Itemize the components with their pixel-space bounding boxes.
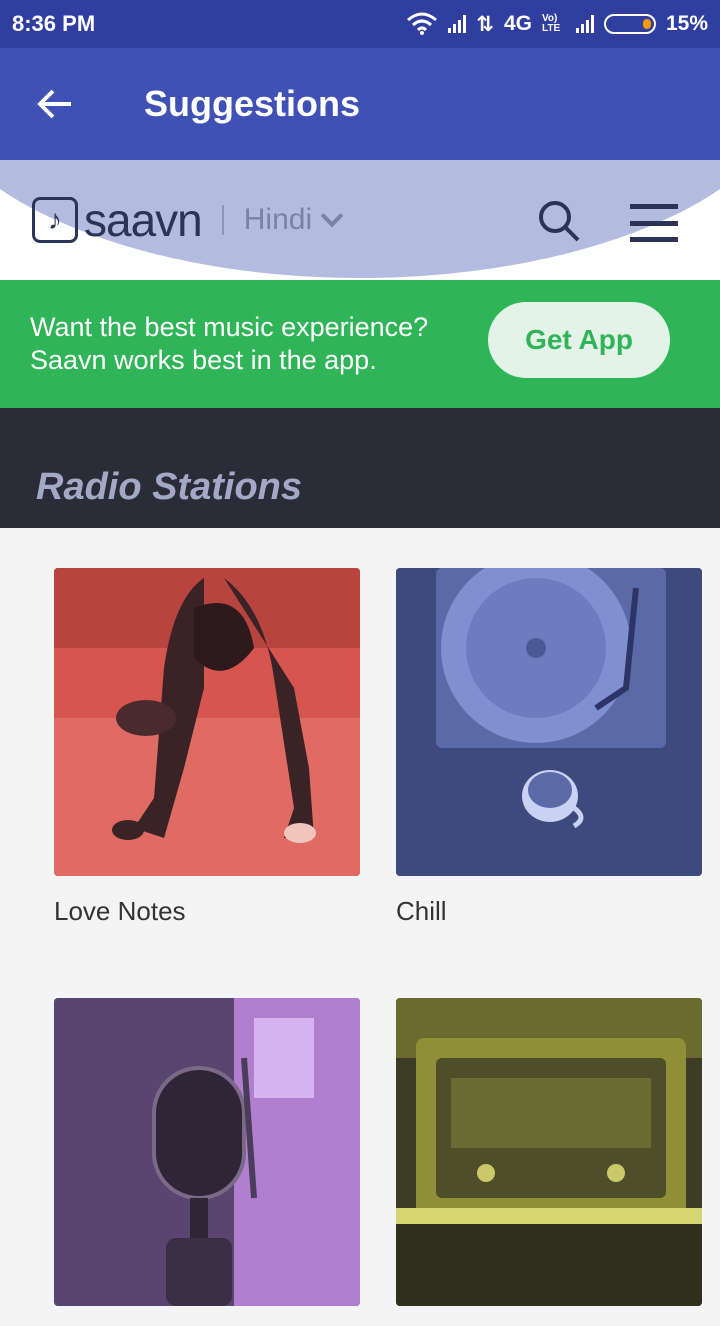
station-card-4[interactable] [396, 998, 702, 1326]
station-thumbnail[interactable] [396, 568, 702, 876]
back-button[interactable] [0, 48, 110, 160]
promo-line-1: Want the best music experience? [30, 312, 429, 342]
network-type: 4G [503, 12, 532, 35]
station-thumbnail[interactable] [54, 998, 360, 1306]
header-divider [221, 205, 224, 235]
menu-icon[interactable] [630, 204, 678, 242]
data-arrows-icon: ⇅ [476, 12, 494, 36]
station-label[interactable]: Chill [396, 896, 702, 927]
section-title: Radio Stations [36, 466, 303, 508]
status-time: 8:36 PM [12, 11, 96, 36]
saavn-logo-text[interactable]: saavn [84, 193, 203, 247]
volte-icon: Vo) LTE [541, 13, 561, 34]
status-icons: ⇅ 4G Vo) LTE 15% [406, 12, 708, 37]
promo-banner: Want the best music experience? Saavn wo… [0, 280, 720, 408]
chevron-down-icon[interactable] [320, 204, 344, 228]
back-arrow-icon [37, 89, 71, 119]
couple-image [54, 568, 360, 876]
station-grid: Love Notes Chill [0, 528, 720, 1306]
radio-image [396, 998, 702, 1306]
get-app-button[interactable]: Get App [488, 302, 670, 378]
section-header: Radio Stations [0, 408, 720, 528]
station-card-love-notes[interactable]: Love Notes [54, 568, 360, 927]
page-title: Suggestions [144, 83, 361, 124]
language-selector[interactable]: Hindi [244, 203, 312, 237]
station-thumbnail[interactable] [396, 998, 702, 1306]
saavn-logo-icon[interactable]: ♪ [32, 197, 78, 243]
station-label[interactable]: Love Notes [54, 896, 360, 927]
wifi-icon [407, 12, 438, 35]
saavn-header: ♪ saavn Hindi [0, 160, 720, 280]
battery-percent: 15% [665, 12, 708, 35]
app-bar: Suggestions [0, 48, 720, 160]
turntable-image [396, 568, 702, 876]
station-thumbnail[interactable] [54, 568, 360, 876]
station-card-chill[interactable]: Chill [396, 568, 702, 927]
station-card-3[interactable] [54, 998, 360, 1326]
search-icon[interactable] [538, 200, 580, 242]
battery-icon [603, 14, 656, 34]
status-bar: 8:36 PM ⇅ 4G Vo) LTE 15% [0, 0, 720, 48]
signal-icon [448, 15, 467, 33]
promo-text: Want the best music experience? Saavn wo… [30, 311, 480, 377]
microphone-image [54, 998, 360, 1306]
promo-line-2: Saavn works best in the app. [30, 345, 377, 375]
signal-icon-2 [575, 15, 594, 33]
